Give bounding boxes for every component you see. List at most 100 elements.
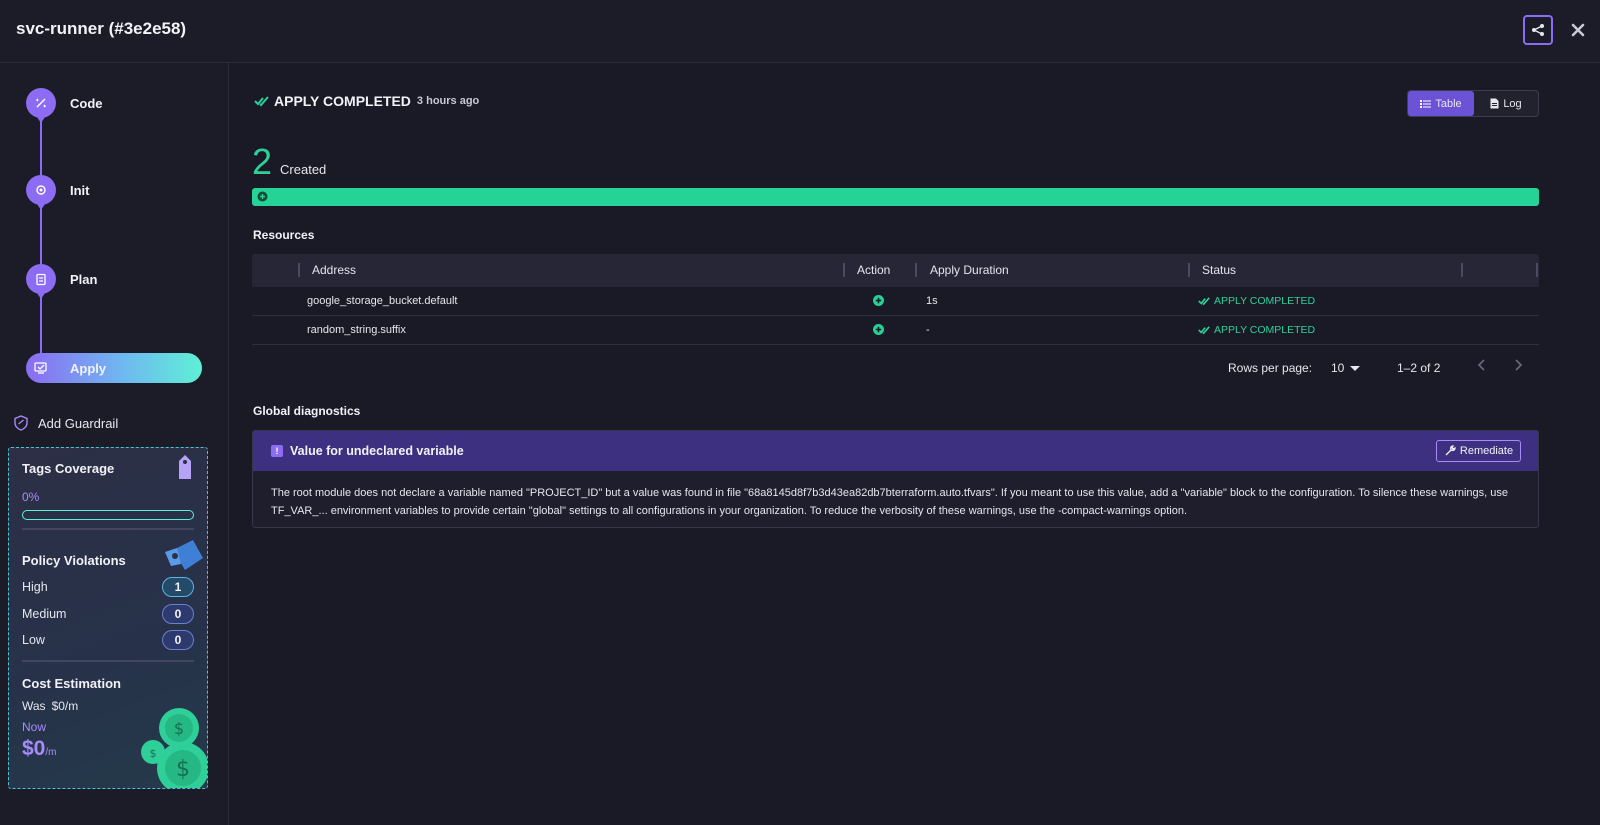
divider [22,528,194,530]
shield-icon [14,415,28,431]
rows-per-page-value: 10 [1331,361,1345,375]
cost-now-value: $0 [22,737,46,760]
rows-per-page-select[interactable]: 10 [1331,361,1361,375]
column-resizer[interactable] [1188,263,1190,277]
resource-address: google_storage_bucket.default [307,295,458,307]
chevron-left-icon [1477,359,1485,371]
log-view-button[interactable]: Log [1474,91,1538,116]
sidebar: Code Init Plan Apply Add Guardrail Tags … [0,63,229,825]
warning-shield-icon [165,540,203,570]
cost-was-value: $0/m [51,699,79,713]
cost-now-unit: /m [45,747,57,758]
code-step-icon [26,88,56,123]
column-resizer[interactable] [298,263,300,277]
table-view-button[interactable]: Table [1408,91,1474,116]
column-header-status[interactable]: Status [1202,263,1236,277]
column-header-address[interactable]: Address [312,263,356,277]
column-resizer[interactable] [915,263,917,277]
diagnostic-title: Value for undeclared variable [290,444,464,458]
tag-icon [179,455,191,479]
run-status: APPLY COMPLETED 3 hours ago [254,93,479,109]
add-guardrail-link[interactable]: Add Guardrail [14,415,118,431]
policy-row-high: High 1 [22,577,194,597]
policy-count-badge: 0 [162,630,194,650]
share-icon [1532,24,1544,36]
double-check-icon [1198,297,1210,306]
remediate-label: Remediate [1459,445,1514,457]
cost-was: Was $0/m [22,699,78,713]
run-time-ago: 3 hours ago [416,95,480,107]
clipboard-icon [26,264,56,299]
policy-violations-title: Policy Violations [22,553,126,568]
next-page-button[interactable] [1513,358,1523,377]
cost-estimation-title: Cost Estimation [22,676,121,691]
column-resizer[interactable] [843,263,845,277]
remediate-button[interactable]: Remediate [1436,440,1521,462]
diagnostic-card: ! Value for undeclared variable Remediat… [252,430,1539,528]
apply-duration: - [926,324,930,336]
previous-page-button[interactable] [1477,358,1487,377]
svg-text:$: $ [176,757,190,782]
wrench-icon [1445,445,1456,456]
step-label: Code [70,95,103,111]
pagination-range: 1–2 of 2 [1397,361,1441,375]
column-header-action[interactable]: Action [857,263,890,277]
run-status-text: APPLY COMPLETED [274,93,411,109]
gear-icon [26,175,56,210]
log-view-label: Log [1503,97,1522,110]
close-button[interactable] [1565,17,1591,43]
create-action-icon [873,324,884,338]
create-action-icon [873,295,884,309]
share-button[interactable] [1523,15,1553,45]
main-content: APPLY COMPLETED 3 hours ago Table Log 2 … [229,63,1600,825]
resource-address: random_string.suffix [307,324,406,336]
step-init[interactable]: Init [26,175,90,210]
step-apply[interactable]: Apply [26,353,202,383]
step-label: Apply [70,360,107,376]
cost-now: $0/m [22,737,56,761]
list-icon [1420,99,1432,108]
table-row[interactable]: google_storage_bucket.default 1s APPLY C… [252,287,1539,316]
policy-count-badge: 1 [162,577,194,597]
created-count: 2 [252,141,273,182]
step-label: Plan [70,271,98,287]
double-check-icon [1198,326,1210,335]
created-summary: 2 Created [252,141,326,183]
step-code[interactable]: Code [26,88,103,123]
cost-now-label: Now [22,720,47,734]
double-check-icon [254,96,269,107]
tags-coverage-title: Tags Coverage [22,461,115,476]
coins-icon: $ $ $ [141,708,207,788]
policy-count-badge: 0 [162,604,194,624]
column-resizer[interactable] [1461,263,1463,277]
row-status: APPLY COMPLETED [1198,295,1315,307]
step-label: Init [70,182,90,198]
divider [22,660,194,662]
svg-text:$: $ [150,747,157,760]
column-header-apply-duration[interactable]: Apply Duration [930,263,1009,277]
step-plan[interactable]: Plan [26,264,98,299]
table-pagination: Rows per page: 10 1–2 of 2 [229,358,1539,378]
apply-duration: 1s [926,295,938,307]
add-guardrail-label: Add Guardrail [38,415,119,431]
diagnostic-message: The root module does not declare a varia… [271,487,1509,517]
row-status: APPLY COMPLETED [1198,324,1315,336]
chevron-down-icon [1350,365,1361,371]
top-bar: svc-runner (#3e2e58) [0,0,1600,63]
page-title: svc-runner (#3e2e58) [16,19,187,38]
rows-per-page-label: Rows per page: [1228,361,1313,375]
chevron-right-icon [1515,359,1523,371]
cost-was-label: Was [22,699,46,713]
row-status-text: APPLY COMPLETED [1214,295,1316,307]
table-row[interactable]: random_string.suffix - APPLY COMPLETED [252,316,1539,345]
column-resizer[interactable] [1536,263,1538,277]
policy-label: Medium [22,607,67,621]
table-header: Address Action Apply Duration Status [252,254,1539,287]
global-diagnostics-title: Global diagnostics [253,404,361,418]
svg-text:$: $ [174,719,184,738]
table-view-label: Table [1435,97,1462,110]
policy-label: Low [22,633,45,647]
created-label: Created [280,162,327,177]
diagnostic-header: ! Value for undeclared variable Remediat… [253,431,1538,471]
info-icon: ! [271,445,283,457]
